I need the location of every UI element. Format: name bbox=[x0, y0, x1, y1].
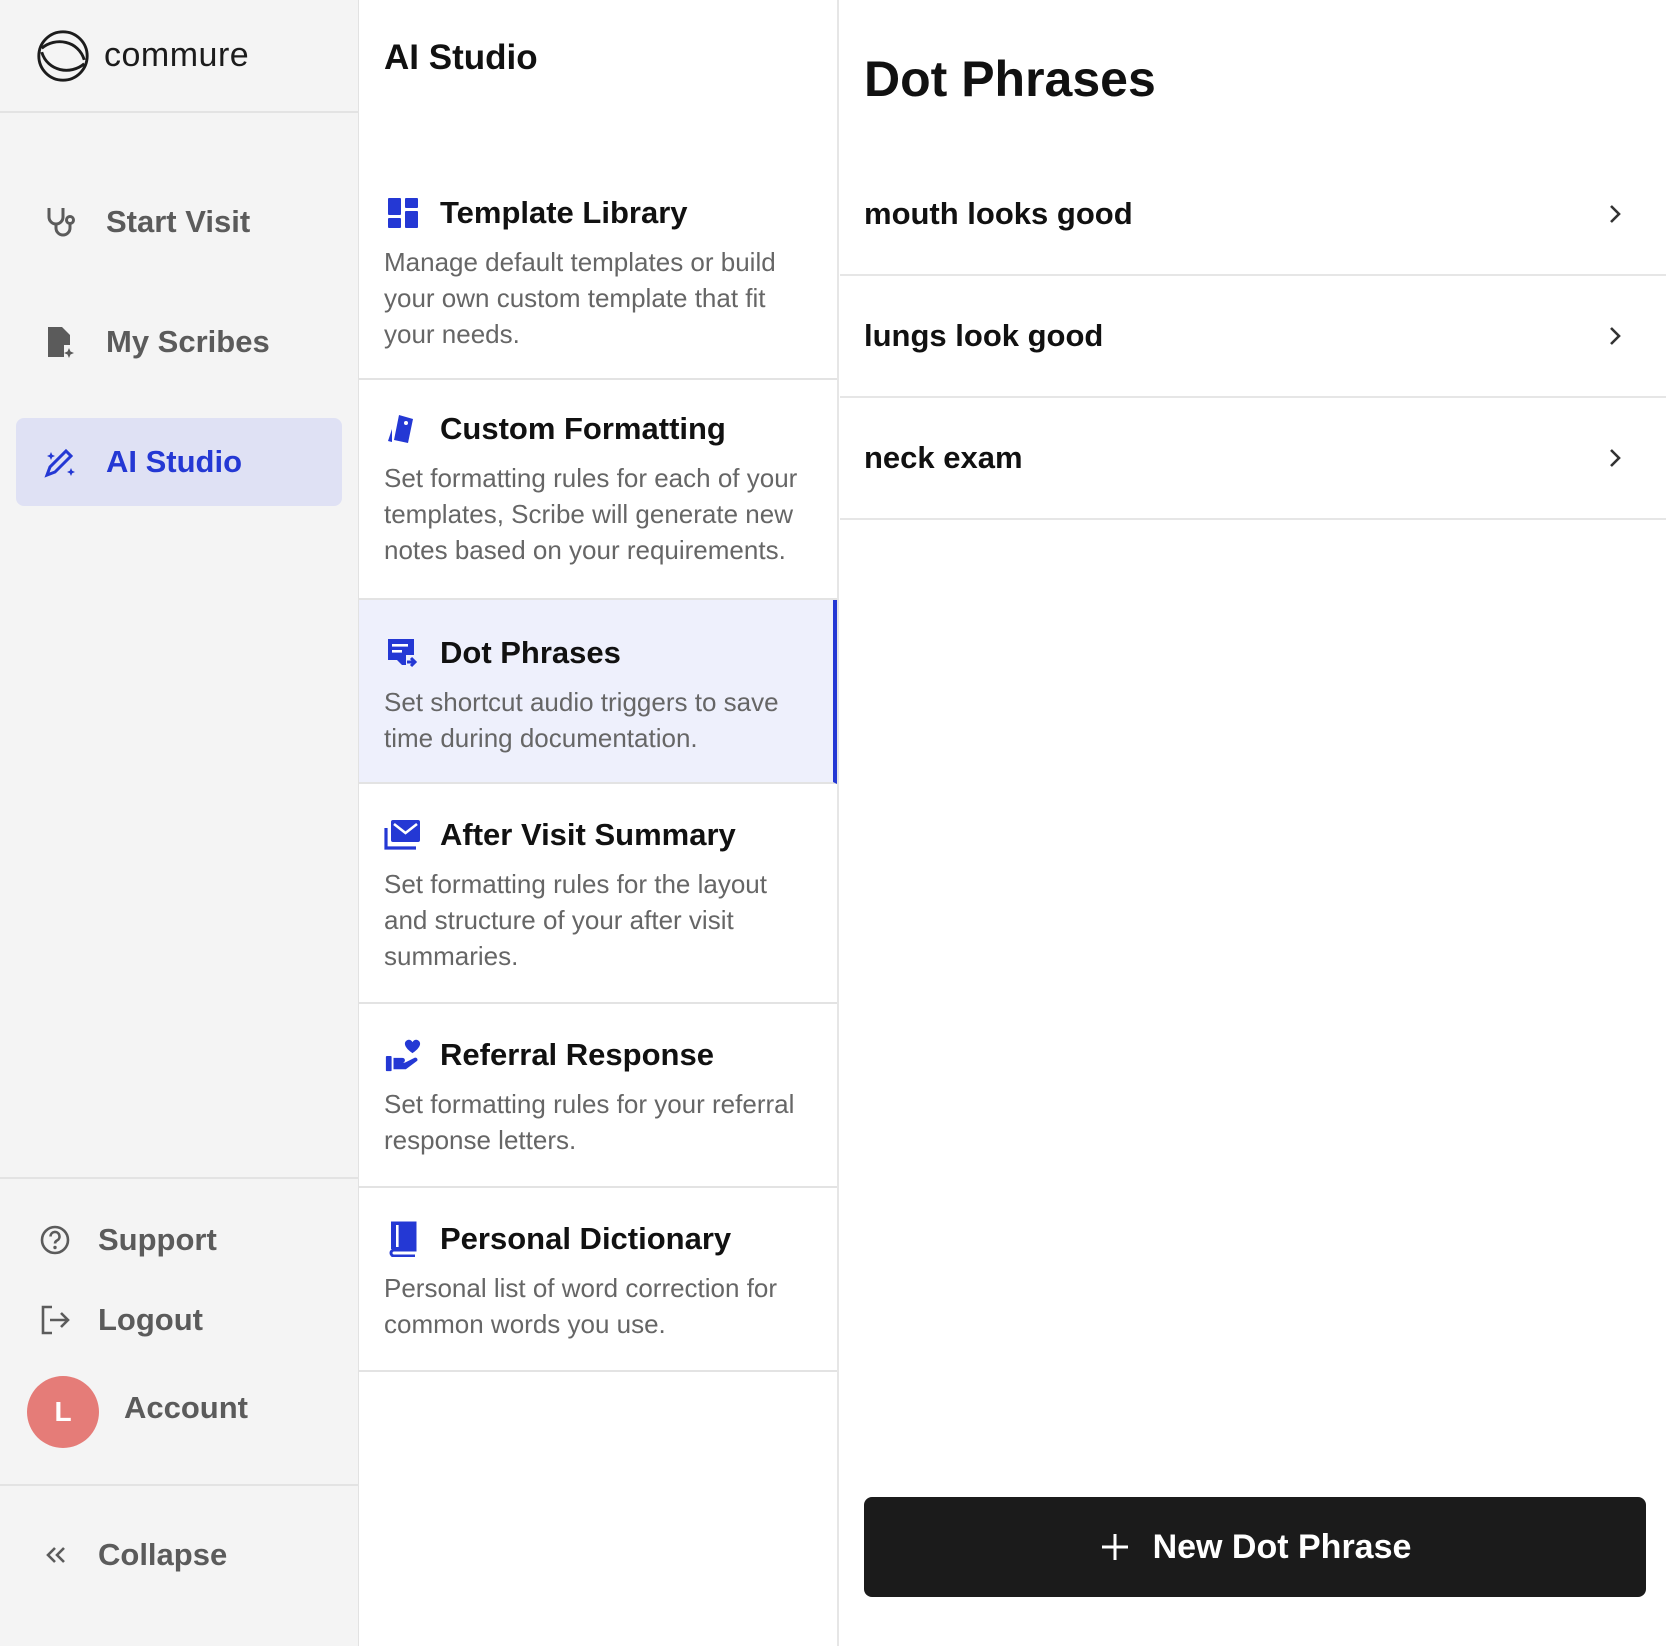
nav-my-scribes[interactable]: My Scribes bbox=[16, 298, 342, 386]
section-personal-dictionary[interactable]: Personal Dictionary Personal list of wor… bbox=[359, 1188, 837, 1372]
brand-name: commure bbox=[104, 36, 250, 74]
support-label: Support bbox=[98, 1222, 217, 1257]
stethoscope-icon bbox=[42, 204, 78, 240]
section-custom-formatting[interactable]: Custom Formatting Set formatting rules f… bbox=[359, 380, 837, 600]
section-title: Personal Dictionary bbox=[440, 1221, 732, 1256]
chevron-right-icon bbox=[1610, 327, 1621, 345]
double-chevron-left-icon bbox=[46, 1547, 65, 1563]
chevron-right-icon bbox=[1610, 449, 1621, 467]
section-template-library[interactable]: Template Library Manage default template… bbox=[359, 172, 837, 380]
account-link[interactable]: Account bbox=[124, 1390, 248, 1426]
dot-phrase-row[interactable]: mouth looks good bbox=[840, 154, 1666, 276]
document-sparkle-icon bbox=[42, 324, 78, 360]
logout-link[interactable]: Logout bbox=[38, 1295, 203, 1345]
plus-icon bbox=[1101, 1534, 1128, 1560]
section-description: Manage default templates or build your o… bbox=[384, 247, 776, 349]
section-title: Dot Phrases bbox=[440, 635, 621, 670]
logout-label: Logout bbox=[98, 1302, 204, 1337]
book-icon bbox=[384, 1220, 422, 1258]
section-title: After Visit Summary bbox=[440, 817, 736, 852]
brand-header: commure bbox=[0, 0, 359, 113]
dot-phrase-row[interactable]: lungs look good bbox=[840, 276, 1666, 398]
note-arrow-icon bbox=[384, 634, 422, 672]
section-referral-response[interactable]: Referral Response Set formatting rules f… bbox=[359, 1004, 837, 1188]
dashboard-grid-icon bbox=[384, 194, 422, 232]
tag-icon bbox=[384, 410, 422, 448]
commure-logo-icon bbox=[37, 29, 89, 82]
dot-phrase-row[interactable]: neck exam bbox=[840, 398, 1666, 520]
ai-studio-panel: AI Studio Template Library Manage defaul… bbox=[359, 0, 839, 1646]
dot-phrase-name: lungs look good bbox=[864, 318, 1104, 353]
help-circle-icon bbox=[40, 1225, 70, 1255]
avatar[interactable]: L bbox=[27, 1376, 99, 1448]
section-after-visit-summary[interactable]: After Visit Summary Set formatting rules… bbox=[359, 784, 837, 1004]
chevron-right-icon bbox=[1610, 205, 1621, 223]
dot-phrase-name: mouth looks good bbox=[864, 196, 1133, 231]
sidebar-divider bbox=[0, 1484, 359, 1486]
page-title: Dot Phrases bbox=[864, 51, 1156, 107]
section-title: Custom Formatting bbox=[440, 411, 726, 446]
dot-phrases-panel: Dot Phrases mouth looks good lungs look … bbox=[840, 0, 1666, 1646]
sidebar: commure Start Visit My Scribes AI Studio… bbox=[0, 0, 359, 1646]
panel-title: AI Studio bbox=[384, 38, 538, 77]
nav-label: AI Studio bbox=[106, 444, 243, 479]
section-title: Template Library bbox=[440, 195, 688, 230]
support-link[interactable]: Support bbox=[38, 1215, 217, 1265]
section-description: Set formatting rules for the layout and … bbox=[384, 869, 767, 971]
section-title: Referral Response bbox=[440, 1037, 714, 1072]
section-description: Personal list of word correction for com… bbox=[384, 1273, 778, 1339]
nav-label: My Scribes bbox=[106, 324, 270, 359]
hand-heart-icon bbox=[384, 1036, 422, 1074]
nav-label: Start Visit bbox=[106, 204, 251, 239]
mail-icon bbox=[384, 816, 422, 854]
section-dot-phrases[interactable]: Dot Phrases Set shortcut audio triggers … bbox=[359, 600, 837, 784]
section-description: Set formatting rules for your referral r… bbox=[384, 1089, 795, 1155]
collapse-button[interactable]: Collapse bbox=[38, 1530, 227, 1580]
collapse-label: Collapse bbox=[98, 1537, 228, 1572]
section-description: Set shortcut audio triggers to save time… bbox=[384, 687, 779, 753]
section-description: Set formatting rules for each of your te… bbox=[384, 463, 798, 565]
logout-icon bbox=[41, 1305, 70, 1335]
nav-ai-studio[interactable]: AI Studio bbox=[16, 418, 342, 506]
magic-pencil-icon bbox=[42, 444, 78, 480]
nav-start-visit[interactable]: Start Visit bbox=[16, 178, 342, 266]
dot-phrase-name: neck exam bbox=[864, 440, 1023, 475]
new-dot-phrase-label: New Dot Phrase bbox=[1152, 1527, 1412, 1566]
new-dot-phrase-button[interactable]: New Dot Phrase bbox=[864, 1497, 1646, 1597]
sidebar-divider bbox=[0, 1177, 359, 1179]
